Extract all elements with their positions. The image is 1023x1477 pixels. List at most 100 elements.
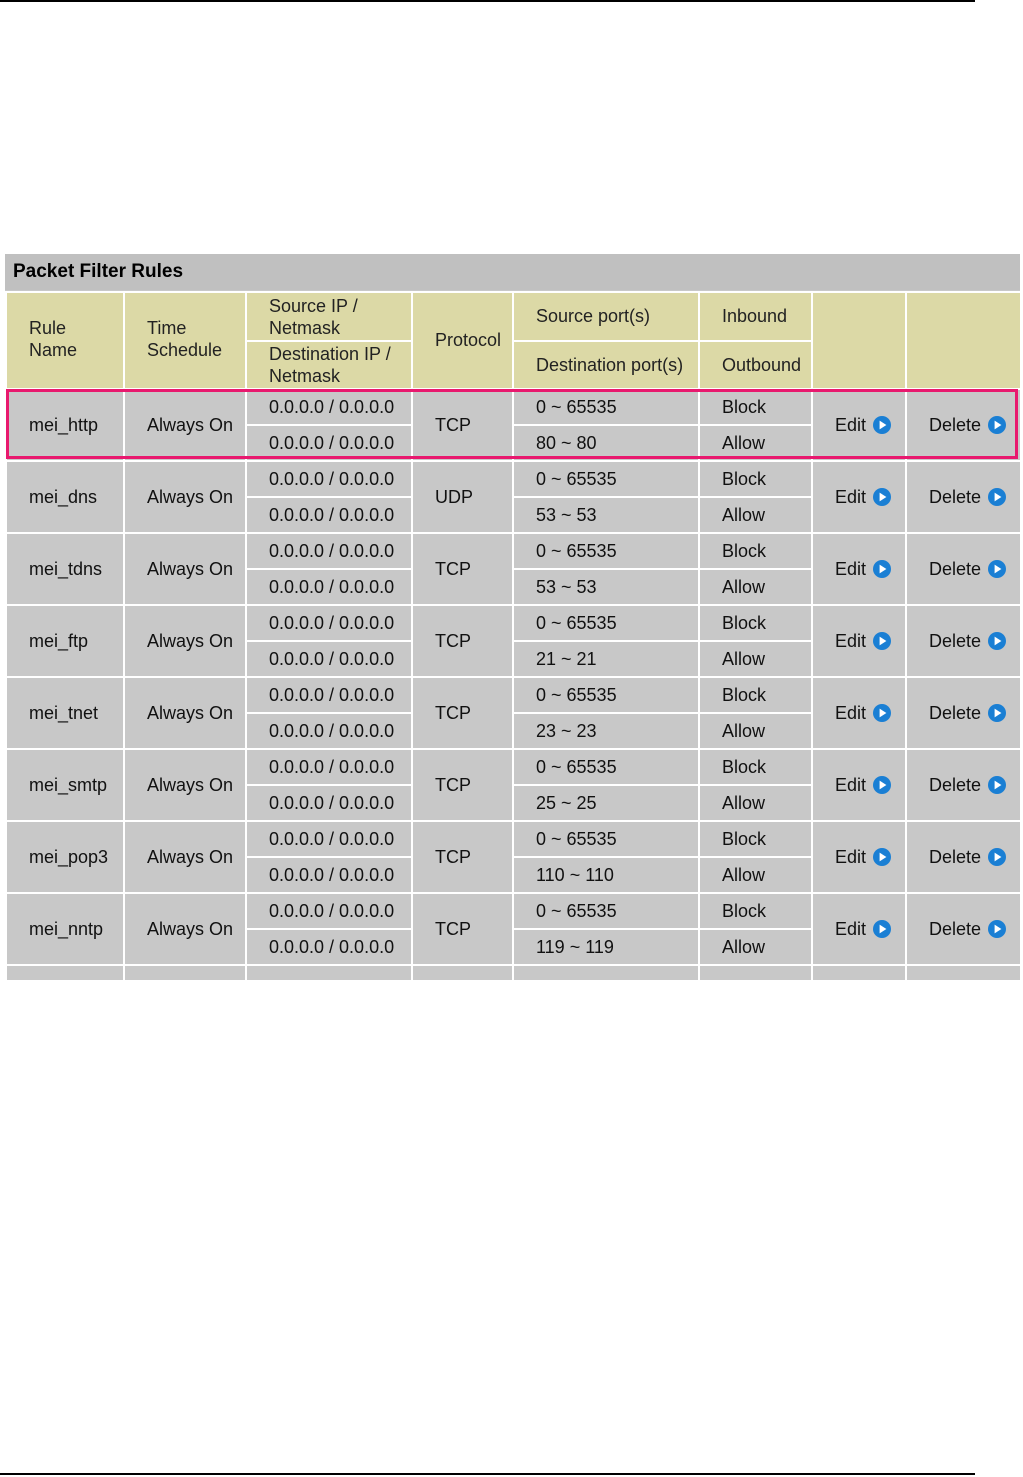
delete-button[interactable]: Delete	[905, 892, 1020, 966]
page-bottom-rule	[0, 1473, 975, 1475]
edit-label: Edit	[835, 847, 867, 867]
play-circle-icon	[988, 848, 1007, 866]
rule-destination-ip: 0.0.0.0 / 0.0.0.0	[245, 496, 413, 534]
table-row: mei_ftp Always On 0.0.0.0 / 0.0.0.0 TCP 0 ~ …	[5, 604, 1020, 678]
edit-button[interactable]: Edit	[811, 748, 907, 822]
edit-label: Edit	[835, 415, 867, 435]
header-source-ip: Source IP / Netmask	[245, 291, 413, 342]
delete-button[interactable]: Delete	[905, 532, 1020, 606]
edit-button[interactable]: Edit	[811, 460, 907, 534]
play-circle-icon	[988, 920, 1007, 938]
table-row-partial	[5, 964, 1020, 980]
delete-button[interactable]: Delete	[905, 604, 1020, 678]
play-circle-icon	[873, 848, 892, 866]
rule-schedule: Always On	[123, 676, 247, 750]
play-circle-icon	[988, 704, 1007, 722]
header-destination-ports: Destination port(s)	[512, 340, 700, 390]
rule-destination-ip: 0.0.0.0 / 0.0.0.0	[245, 424, 413, 462]
rule-protocol: TCP	[411, 820, 514, 894]
play-circle-icon	[873, 704, 892, 722]
rule-source-ports: 0 ~ 65535	[512, 676, 700, 714]
delete-button[interactable]: Delete	[905, 676, 1020, 750]
rule-protocol: TCP	[411, 604, 514, 678]
table-row: mei_dns Always On 0.0.0.0 / 0.0.0.0 UDP 0 ~ …	[5, 460, 1020, 534]
play-circle-icon	[988, 632, 1007, 650]
header-destination-ip: Destination IP / Netmask	[245, 340, 413, 390]
rule-inbound-action: Block	[698, 532, 813, 570]
play-circle-icon	[988, 488, 1007, 506]
rule-inbound-action: Block	[698, 892, 813, 930]
rule-source-ports: 0 ~ 65535	[512, 532, 700, 570]
rule-destination-ports: 80 ~ 80	[512, 424, 700, 462]
table-row: mei_tnet Always On 0.0.0.0 / 0.0.0.0 TCP 0 ~…	[5, 676, 1020, 750]
header-delete-column	[905, 291, 1020, 390]
header-rule-name: Rule Name	[5, 291, 125, 390]
rule-outbound-action: Allow	[698, 784, 813, 822]
rule-inbound-action: Block	[698, 604, 813, 642]
rule-inbound-action: Block	[698, 460, 813, 498]
rule-name: mei_pop3	[5, 820, 125, 894]
rule-name: mei_http	[5, 388, 125, 462]
play-circle-icon	[873, 776, 892, 794]
rule-outbound-action: Allow	[698, 856, 813, 894]
rule-destination-ports: 53 ~ 53	[512, 568, 700, 606]
edit-label: Edit	[835, 703, 867, 723]
rule-destination-ip: 0.0.0.0 / 0.0.0.0	[245, 784, 413, 822]
rule-outbound-action: Allow	[698, 712, 813, 750]
delete-label: Delete	[929, 487, 982, 507]
rule-destination-ports: 119 ~ 119	[512, 928, 700, 966]
delete-button[interactable]: Delete	[905, 388, 1020, 462]
rule-name: mei_tdns	[5, 532, 125, 606]
rule-destination-ip: 0.0.0.0 / 0.0.0.0	[245, 712, 413, 750]
table-row: mei_http Always On 0.0.0.0 / 0.0.0.0 TCP 0 ~…	[5, 388, 1020, 462]
delete-label: Delete	[929, 847, 982, 867]
delete-button[interactable]: Delete	[905, 748, 1020, 822]
table-row: mei_nntp Always On 0.0.0.0 / 0.0.0.0 TCP 0 ~…	[5, 892, 1020, 966]
rule-source-ip: 0.0.0.0 / 0.0.0.0	[245, 676, 413, 714]
table-row: mei_smtp Always On 0.0.0.0 / 0.0.0.0 TCP 0 ~…	[5, 748, 1020, 822]
delete-button[interactable]: Delete	[905, 820, 1020, 894]
delete-button[interactable]: Delete	[905, 460, 1020, 534]
rule-name: mei_nntp	[5, 892, 125, 966]
edit-button[interactable]: Edit	[811, 388, 907, 462]
rule-destination-ports: 25 ~ 25	[512, 784, 700, 822]
edit-button[interactable]: Edit	[811, 892, 907, 966]
play-circle-icon	[988, 416, 1007, 434]
delete-label: Delete	[929, 415, 982, 435]
rule-protocol: TCP	[411, 676, 514, 750]
edit-label: Edit	[835, 559, 867, 579]
header-time-schedule: Time Schedule	[123, 291, 247, 390]
edit-button[interactable]: Edit	[811, 604, 907, 678]
rule-inbound-action: Block	[698, 676, 813, 714]
rule-protocol: TCP	[411, 532, 514, 606]
rule-source-ip: 0.0.0.0 / 0.0.0.0	[245, 532, 413, 570]
rule-schedule: Always On	[123, 820, 247, 894]
rule-destination-ports: 110 ~ 110	[512, 856, 700, 894]
play-circle-icon	[988, 776, 1007, 794]
delete-label: Delete	[929, 631, 982, 651]
rule-source-ip: 0.0.0.0 / 0.0.0.0	[245, 388, 413, 426]
edit-button[interactable]: Edit	[811, 820, 907, 894]
rule-schedule: Always On	[123, 460, 247, 534]
edit-label: Edit	[835, 631, 867, 651]
rule-source-ports: 0 ~ 65535	[512, 748, 700, 786]
delete-label: Delete	[929, 559, 982, 579]
rule-name: mei_dns	[5, 460, 125, 534]
rule-destination-ip: 0.0.0.0 / 0.0.0.0	[245, 640, 413, 678]
rule-schedule: Always On	[123, 748, 247, 822]
rule-source-ip: 0.0.0.0 / 0.0.0.0	[245, 604, 413, 642]
header-edit-column	[811, 291, 907, 390]
rule-destination-ports: 53 ~ 53	[512, 496, 700, 534]
rule-destination-ports: 23 ~ 23	[512, 712, 700, 750]
play-circle-icon	[873, 488, 892, 506]
rule-schedule: Always On	[123, 532, 247, 606]
rule-outbound-action: Allow	[698, 424, 813, 462]
header-protocol: Protocol	[411, 291, 514, 390]
table-header-row: Rule Name Time Schedule Source IP / Netm…	[5, 291, 1020, 390]
header-source-ports: Source port(s)	[512, 291, 700, 342]
edit-button[interactable]: Edit	[811, 532, 907, 606]
edit-button[interactable]: Edit	[811, 676, 907, 750]
edit-label: Edit	[835, 919, 867, 939]
delete-label: Delete	[929, 775, 982, 795]
play-circle-icon	[988, 560, 1007, 578]
